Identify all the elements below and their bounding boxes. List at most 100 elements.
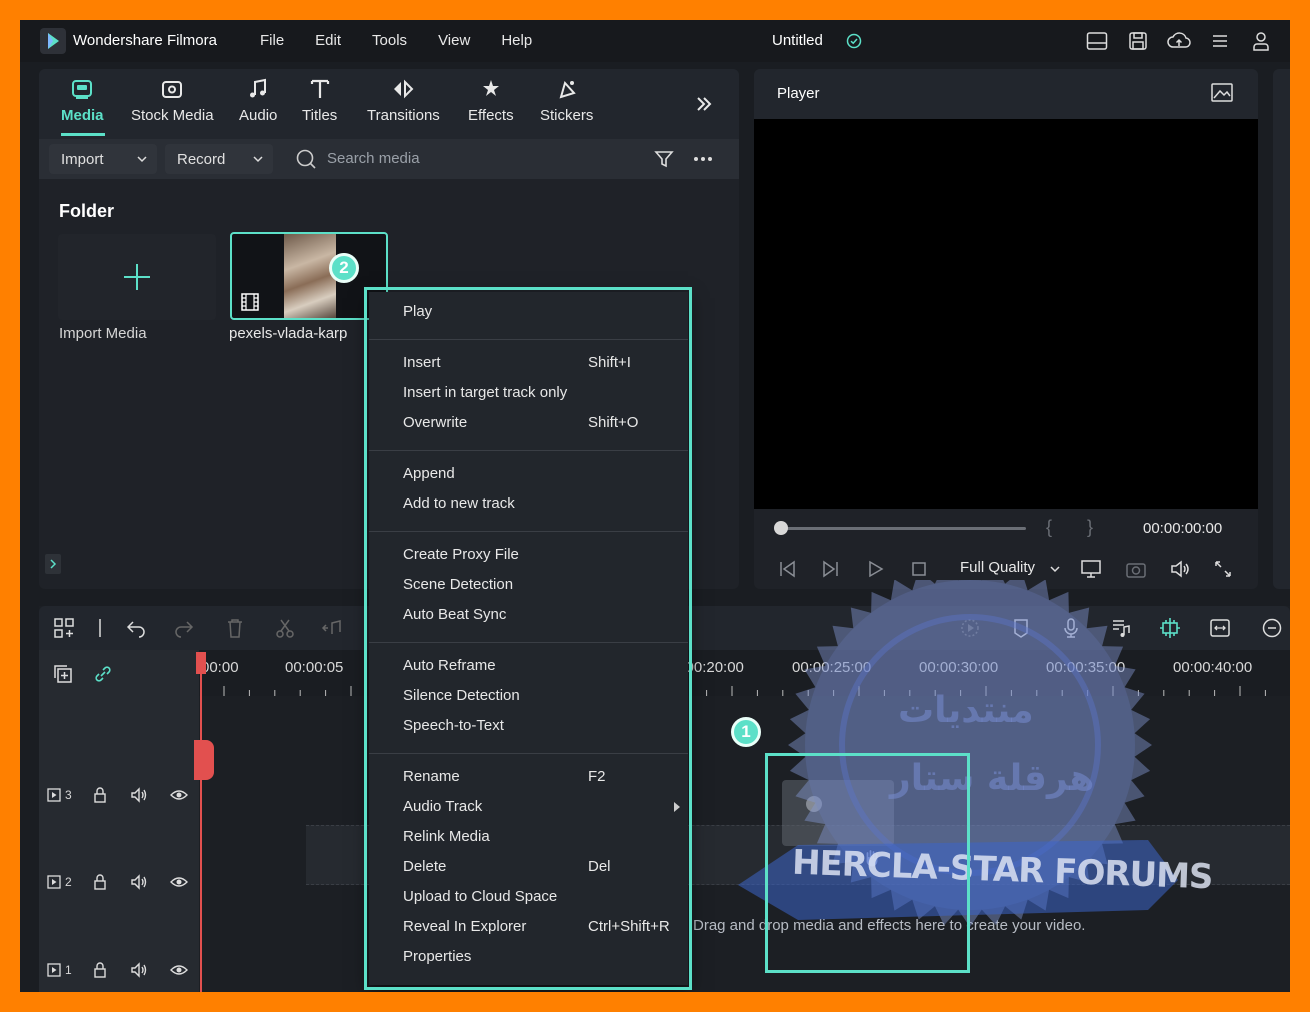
step-badge-1: 1	[731, 717, 761, 747]
ruler-label: 00:00:25:00	[792, 659, 872, 676]
tab-audio[interactable]: Audio	[239, 77, 277, 124]
mark-out-button[interactable]: }	[1087, 517, 1093, 538]
eye-icon[interactable]	[170, 961, 188, 979]
app-brand: Wondershare Filmora	[73, 32, 217, 49]
redo-icon[interactable]	[173, 617, 195, 639]
save-icon[interactable]	[1126, 29, 1150, 53]
menu-help[interactable]: Help	[501, 32, 532, 49]
ruler-ticks	[223, 686, 1266, 696]
split-marker[interactable]	[194, 740, 214, 780]
watermark-arabic-line1: منتديات	[898, 690, 1034, 731]
tab-effects[interactable]: Effects	[468, 77, 514, 124]
layout-grid-icon[interactable]	[53, 617, 75, 639]
volume-icon[interactable]	[1169, 558, 1191, 580]
player-timecode: 00:00:00:00	[1143, 520, 1223, 537]
record-dropdown[interactable]: Record	[165, 144, 273, 174]
effects-icon	[482, 80, 499, 96]
eye-icon[interactable]	[170, 873, 188, 891]
audio-list-icon[interactable]	[1110, 617, 1132, 639]
video-track-icon	[47, 788, 61, 802]
display-settings-icon[interactable]	[1080, 558, 1102, 580]
quality-dropdown[interactable]: Full Quality	[960, 559, 1035, 576]
import-dropdown[interactable]: Import	[49, 144, 157, 174]
render-icon[interactable]	[959, 617, 981, 639]
more-options-icon[interactable]	[691, 148, 715, 170]
menu-edit[interactable]: Edit	[315, 32, 341, 49]
tab-stock-media[interactable]: Stock Media	[131, 77, 214, 124]
playhead-line[interactable]	[200, 673, 202, 992]
titlebar-actions	[1085, 29, 1290, 53]
double-chevron-right-icon[interactable]	[694, 94, 714, 114]
scissors-icon[interactable]	[274, 617, 296, 639]
track-headers: 3 2 1	[39, 650, 199, 992]
menu-bar: File Edit Tools View Help	[260, 32, 563, 49]
lock-icon[interactable]	[91, 786, 109, 804]
zoom-out-icon[interactable]	[1261, 617, 1283, 639]
menu-view[interactable]: View	[438, 32, 470, 49]
video-track-icon	[47, 963, 61, 977]
menu-file[interactable]: File	[260, 32, 284, 49]
mark-in-button[interactable]: {	[1046, 517, 1052, 538]
search-icon	[296, 149, 316, 169]
lock-icon[interactable]	[91, 873, 109, 891]
user-account-icon[interactable]	[1249, 29, 1273, 53]
ruler-label: 00:00:30:00	[919, 659, 999, 676]
tab-stickers[interactable]: Stickers	[540, 77, 593, 124]
expand-sidebar-button[interactable]	[45, 554, 61, 574]
video-film-icon	[241, 293, 259, 311]
media-toolbar: Import Record Search media	[39, 139, 739, 179]
tab-transitions[interactable]: Transitions	[367, 77, 440, 124]
tab-titles[interactable]: Titles	[302, 77, 337, 124]
resource-tabs: Media Stock Media Audio Titles Transitio…	[39, 69, 739, 139]
titles-icon	[310, 79, 329, 98]
fit-timeline-icon[interactable]	[1209, 617, 1231, 639]
speaker-icon[interactable]	[130, 961, 148, 979]
speaker-icon[interactable]	[130, 873, 148, 891]
stop-icon[interactable]	[908, 558, 930, 580]
snap-magnet-icon[interactable]	[1159, 617, 1181, 639]
microphone-icon[interactable]	[1060, 617, 1082, 639]
add-track-icon[interactable]	[53, 664, 73, 684]
search-input[interactable]: Search media	[327, 150, 420, 167]
next-frame-icon[interactable]	[820, 558, 842, 580]
playhead-handle[interactable]	[196, 652, 206, 674]
audio-detach-icon[interactable]	[321, 617, 343, 639]
chevron-down-icon	[1050, 566, 1060, 573]
player-header: Player	[754, 69, 1258, 119]
clip-name: pexels-vlada-karp	[229, 325, 347, 342]
chevron-right-icon	[50, 559, 57, 569]
image-snapshot-icon[interactable]	[1210, 82, 1234, 104]
active-tab-indicator	[61, 133, 105, 136]
track-2-label: 2	[47, 872, 72, 892]
marker-icon[interactable]	[1010, 617, 1032, 639]
delete-icon[interactable]	[224, 617, 246, 639]
chevron-down-icon	[137, 156, 147, 163]
timeline-ruler[interactable]: 00:00 00:00:05 0:00:20:00 00:00:25:00 00…	[199, 650, 1290, 696]
import-media-label: Import Media	[59, 325, 147, 342]
speaker-icon[interactable]	[130, 786, 148, 804]
previous-frame-icon[interactable]	[776, 558, 798, 580]
lock-icon[interactable]	[91, 961, 109, 979]
import-media-tile[interactable]	[58, 234, 216, 320]
menu-tools[interactable]: Tools	[372, 32, 407, 49]
highlight-box-drop-target	[765, 753, 970, 973]
playback-progress-knob[interactable]	[774, 521, 788, 535]
undo-icon[interactable]	[125, 617, 147, 639]
track-1-label: 1	[47, 960, 72, 980]
eye-icon[interactable]	[170, 786, 188, 804]
properties-panel-edge	[1273, 69, 1290, 589]
cloud-upload-icon[interactable]	[1167, 29, 1191, 53]
link-icon[interactable]	[94, 665, 112, 683]
play-icon[interactable]	[864, 558, 886, 580]
filter-icon[interactable]	[653, 148, 675, 170]
filmora-logo-icon	[40, 28, 66, 54]
divider-icon	[99, 619, 101, 637]
playback-progress-bar[interactable]	[782, 527, 1026, 530]
fullscreen-icon[interactable]	[1212, 558, 1234, 580]
tab-media[interactable]: Media	[61, 77, 104, 124]
layout-icon[interactable]	[1085, 29, 1109, 53]
menu-lines-icon[interactable]	[1208, 29, 1232, 53]
plus-icon	[124, 264, 150, 290]
camera-snapshot-icon[interactable]	[1125, 558, 1147, 580]
video-track-icon	[47, 875, 61, 889]
